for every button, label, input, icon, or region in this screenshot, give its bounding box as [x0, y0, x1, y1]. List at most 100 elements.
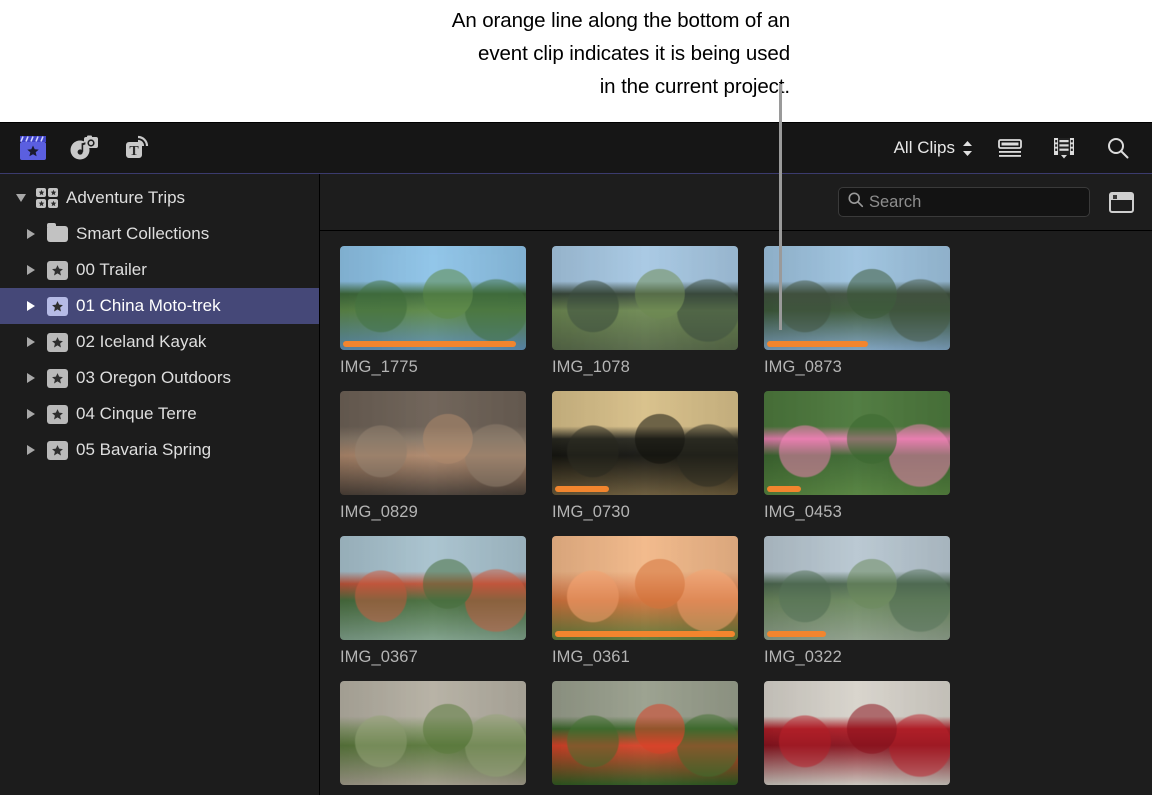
sidebar-item-smart-collections[interactable]: Smart Collections [0, 216, 319, 252]
sidebar-item-list: Smart Collections 00 Trailer 01 China Moto… [0, 216, 319, 468]
clip-name-label: IMG_0873 [764, 358, 842, 376]
libraries-sidebar: Adventure Trips Smart Collections 00 Trai… [0, 174, 320, 795]
sidebar-item-label: 02 Iceland Kayak [76, 332, 207, 351]
browser-toolbar: T All Clips [0, 123, 1152, 174]
clip-thumbnail[interactable] [552, 391, 738, 495]
disclosure-triangle-right-icon[interactable] [20, 229, 42, 239]
disclosure-triangle-right-icon[interactable] [20, 445, 42, 455]
clip-cell[interactable]: IMG_0873 [764, 246, 976, 391]
clip-thumbnail-image [552, 681, 738, 785]
clip-thumbnail-image [552, 391, 738, 495]
sidebar-item-00-trailer[interactable]: 00 Trailer [0, 252, 319, 288]
clip-cell[interactable] [552, 681, 764, 795]
disclosure-triangle-right-icon[interactable] [20, 409, 42, 419]
svg-text:T: T [129, 144, 139, 159]
photos-audio-icon[interactable] [68, 131, 102, 165]
clip-thumbnail-image [552, 536, 738, 640]
disclosure-triangle-down-icon[interactable] [10, 194, 32, 202]
event-star-icon [42, 404, 72, 424]
sidebar-item-label: 05 Bavaria Spring [76, 440, 212, 459]
disclosure-triangle-right-icon[interactable] [20, 337, 42, 347]
search-placeholder: Search [869, 192, 922, 211]
clip-cell[interactable] [340, 681, 552, 795]
sidebar-item-03-oregon-outdoors[interactable]: 03 Oregon Outdoors [0, 360, 319, 396]
clip-name-label: IMG_0453 [764, 503, 842, 521]
event-browser: Search IMG_1775 IMG_1078 IMG_0873 IMG_0829 I… [320, 174, 1152, 795]
clip-name-label: IMG_0361 [552, 648, 630, 666]
window-body: Adventure Trips Smart Collections 00 Trai… [0, 174, 1152, 795]
clip-cell[interactable]: IMG_0730 [552, 391, 764, 536]
clip-grid-scroll[interactable]: IMG_1775 IMG_1078 IMG_0873 IMG_0829 IMG_0730… [320, 231, 1152, 795]
sidebar-item-04-cinque-terre[interactable]: 04 Cinque Terre [0, 396, 319, 432]
clip-thumbnail[interactable] [340, 681, 526, 785]
clip-thumbnail[interactable] [764, 246, 950, 350]
clip-appearance-icon[interactable] [1106, 189, 1136, 215]
clip-thumbnail-image [340, 246, 526, 350]
clip-cell[interactable]: IMG_0367 [340, 536, 552, 681]
clip-thumbnail[interactable] [340, 536, 526, 640]
clip-name-label: IMG_1078 [552, 358, 630, 376]
clip-name-label: IMG_1775 [340, 358, 418, 376]
library-icon [32, 188, 62, 208]
clip-thumbnail[interactable] [764, 536, 950, 640]
clip-cell[interactable]: IMG_0453 [764, 391, 976, 536]
disclosure-triangle-right-icon[interactable] [20, 265, 42, 275]
libraries-icon[interactable] [16, 131, 50, 165]
clip-thumbnail-image [764, 536, 950, 640]
callout-area: An orange line along the bottom of an ev… [0, 0, 1152, 122]
project-use-indicator [767, 341, 868, 347]
event-star-icon [42, 332, 72, 352]
sidebar-item-01-china-moto-trek[interactable]: 01 China Moto-trek [0, 288, 319, 324]
clip-thumbnail[interactable] [764, 681, 950, 785]
sidebar-item-label: Smart Collections [76, 224, 210, 243]
project-use-indicator [343, 341, 516, 347]
clip-cell[interactable]: IMG_1775 [340, 246, 552, 391]
clip-name-label: IMG_0730 [552, 503, 630, 521]
sidebar-library-label: Adventure Trips [66, 188, 186, 207]
clip-cell[interactable]: IMG_0829 [340, 391, 552, 536]
toolbar-right-group: All Clips [894, 131, 1152, 165]
callout-text: An orange line along the bottom of an ev… [451, 9, 790, 98]
search-icon[interactable] [1101, 131, 1135, 165]
toolbar-left-group: T [0, 131, 154, 165]
clip-thumbnail[interactable] [340, 246, 526, 350]
disclosure-triangle-right-icon[interactable] [20, 373, 42, 383]
titles-generators-icon[interactable]: T [120, 131, 154, 165]
clip-thumbnail-image [340, 681, 526, 785]
clip-cell[interactable]: IMG_0322 [764, 536, 976, 681]
clip-cell[interactable]: IMG_0361 [552, 536, 764, 681]
project-use-indicator [767, 486, 802, 492]
sidebar-item-02-iceland-kayak[interactable]: 02 Iceland Kayak [0, 324, 319, 360]
all-clips-filter[interactable]: All Clips [894, 138, 973, 158]
sidebar-item-label: 03 Oregon Outdoors [76, 368, 231, 387]
project-use-indicator [555, 631, 735, 637]
clip-thumbnail-image [552, 246, 738, 350]
sidebar-item-label: 00 Trailer [76, 260, 147, 279]
clip-grid: IMG_1775 IMG_1078 IMG_0873 IMG_0829 IMG_0730… [340, 246, 1152, 795]
clip-thumbnail-image [340, 391, 526, 495]
clip-name-label: IMG_0829 [340, 503, 418, 521]
list-view-icon[interactable] [993, 131, 1027, 165]
clip-thumbnail-image [764, 246, 950, 350]
folder-icon [42, 223, 72, 242]
sidebar-item-label: 04 Cinque Terre [76, 404, 197, 423]
disclosure-triangle-right-icon[interactable] [20, 301, 42, 311]
browser-header: Search [320, 174, 1152, 231]
clip-thumbnail[interactable] [552, 681, 738, 785]
clip-thumbnail-image [764, 391, 950, 495]
sidebar-item-05-bavaria-spring[interactable]: 05 Bavaria Spring [0, 432, 319, 468]
filmstrip-view-icon[interactable] [1047, 131, 1081, 165]
clip-thumbnail[interactable] [552, 536, 738, 640]
clip-name-label: IMG_0322 [764, 648, 842, 666]
clip-thumbnail[interactable] [764, 391, 950, 495]
all-clips-label: All Clips [893, 138, 955, 157]
clip-cell[interactable]: IMG_1078 [552, 246, 764, 391]
clip-cell[interactable] [764, 681, 976, 795]
sidebar-item-library[interactable]: Adventure Trips [0, 180, 319, 216]
search-magnifier-icon [847, 191, 864, 213]
clip-thumbnail[interactable] [340, 391, 526, 495]
app-root: An orange line along the bottom of an ev… [0, 0, 1152, 795]
search-input[interactable]: Search [838, 187, 1090, 217]
clip-thumbnail[interactable] [552, 246, 738, 350]
sidebar-item-label: 01 China Moto-trek [76, 296, 221, 315]
